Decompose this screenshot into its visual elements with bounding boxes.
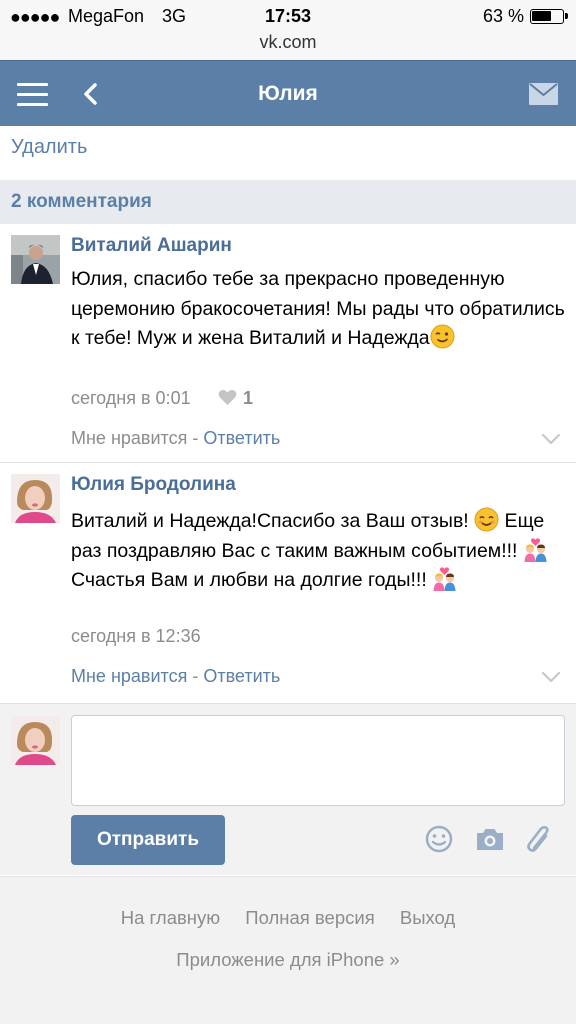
actions-separator: - [187, 666, 204, 686]
top-nav-bar: Юлия [0, 60, 576, 126]
address-bar-url[interactable]: vk.com [0, 32, 576, 53]
battery-icon [530, 9, 568, 24]
page-title: Юлия [258, 82, 318, 105]
reply-button[interactable]: Ответить [203, 428, 280, 448]
comment-actions: Мне нравится - Ответить [71, 428, 280, 449]
footer-links: На главную Полная версия Выход [0, 907, 576, 929]
footer-link-home[interactable]: На главную [121, 907, 220, 928]
footer-link-full-version[interactable]: Полная версия [245, 907, 374, 928]
heart-icon [218, 389, 237, 405]
status-bar: ●●●●● MegaFon 3G 17:53 63 % vk.com [0, 0, 576, 60]
smiling-face-emoji-icon [474, 507, 499, 532]
footer-link-iphone-app[interactable]: Приложение для iPhone » [0, 949, 576, 971]
comment-input[interactable] [71, 715, 565, 806]
comments-count-label: 2 комментария [11, 191, 152, 212]
comments-count-header: 2 комментария [0, 180, 576, 224]
comment-text-body: Юлия, спасибо тебе за прекрасно проведен… [71, 268, 565, 349]
comment-actions: Мне нравится - Ответить [71, 666, 280, 687]
like-button[interactable]: Мне нравится [71, 428, 187, 448]
comment-text: Юлия, спасибо тебе за прекрасно проведен… [71, 265, 566, 354]
like-button[interactable]: Мне нравится [71, 666, 187, 686]
comment-item: Виталий Ашарин Юлия, спасибо тебе за пре… [0, 224, 576, 462]
winking-face-emoji-icon [430, 324, 455, 349]
comment-item: Юлия Бродолина Виталий и Надежда!Спасибо… [0, 463, 576, 703]
comment-author[interactable]: Юлия Бродолина [71, 474, 236, 496]
like-count[interactable]: 1 [218, 388, 253, 409]
mail-icon[interactable] [529, 83, 558, 105]
comment-timestamp: сегодня в 12:36 [71, 626, 201, 646]
footer-link-logout[interactable]: Выход [400, 907, 455, 928]
chevron-down-icon[interactable] [541, 671, 561, 683]
delete-link[interactable]: Удалить [11, 136, 87, 159]
avatar[interactable] [11, 474, 60, 523]
reply-button[interactable]: Ответить [203, 666, 280, 686]
battery-percent: 63 % [482, 6, 524, 26]
page-footer: На главную Полная версия Выход Приложени… [0, 876, 576, 1024]
send-button[interactable]: Отправить [71, 815, 225, 865]
comment-text-body: Счастья Вам и любви на долгие годы!!! [71, 569, 433, 591]
couple-with-heart-emoji-icon [524, 537, 547, 562]
comment-text: Виталий и Надежда!Спасибо за Ваш отзыв! … [71, 507, 566, 596]
avatar [11, 716, 60, 765]
avatar[interactable] [11, 235, 60, 284]
couple-with-heart-emoji-icon [433, 567, 456, 591]
chevron-down-icon[interactable] [541, 433, 561, 445]
camera-icon[interactable] [475, 825, 505, 853]
actions-separator: - [187, 428, 204, 448]
paperclip-icon[interactable] [525, 825, 555, 853]
comment-author[interactable]: Виталий Ашарин [71, 235, 232, 257]
comment-timestamp: сегодня в 0:01 [71, 388, 191, 408]
comment-composer: Отправить [0, 703, 576, 875]
comment-text-body: Виталий и Надежда!Спасибо за Ваш отзыв! [71, 510, 475, 532]
like-count-value: 1 [243, 388, 254, 408]
smiley-icon[interactable] [424, 825, 454, 853]
